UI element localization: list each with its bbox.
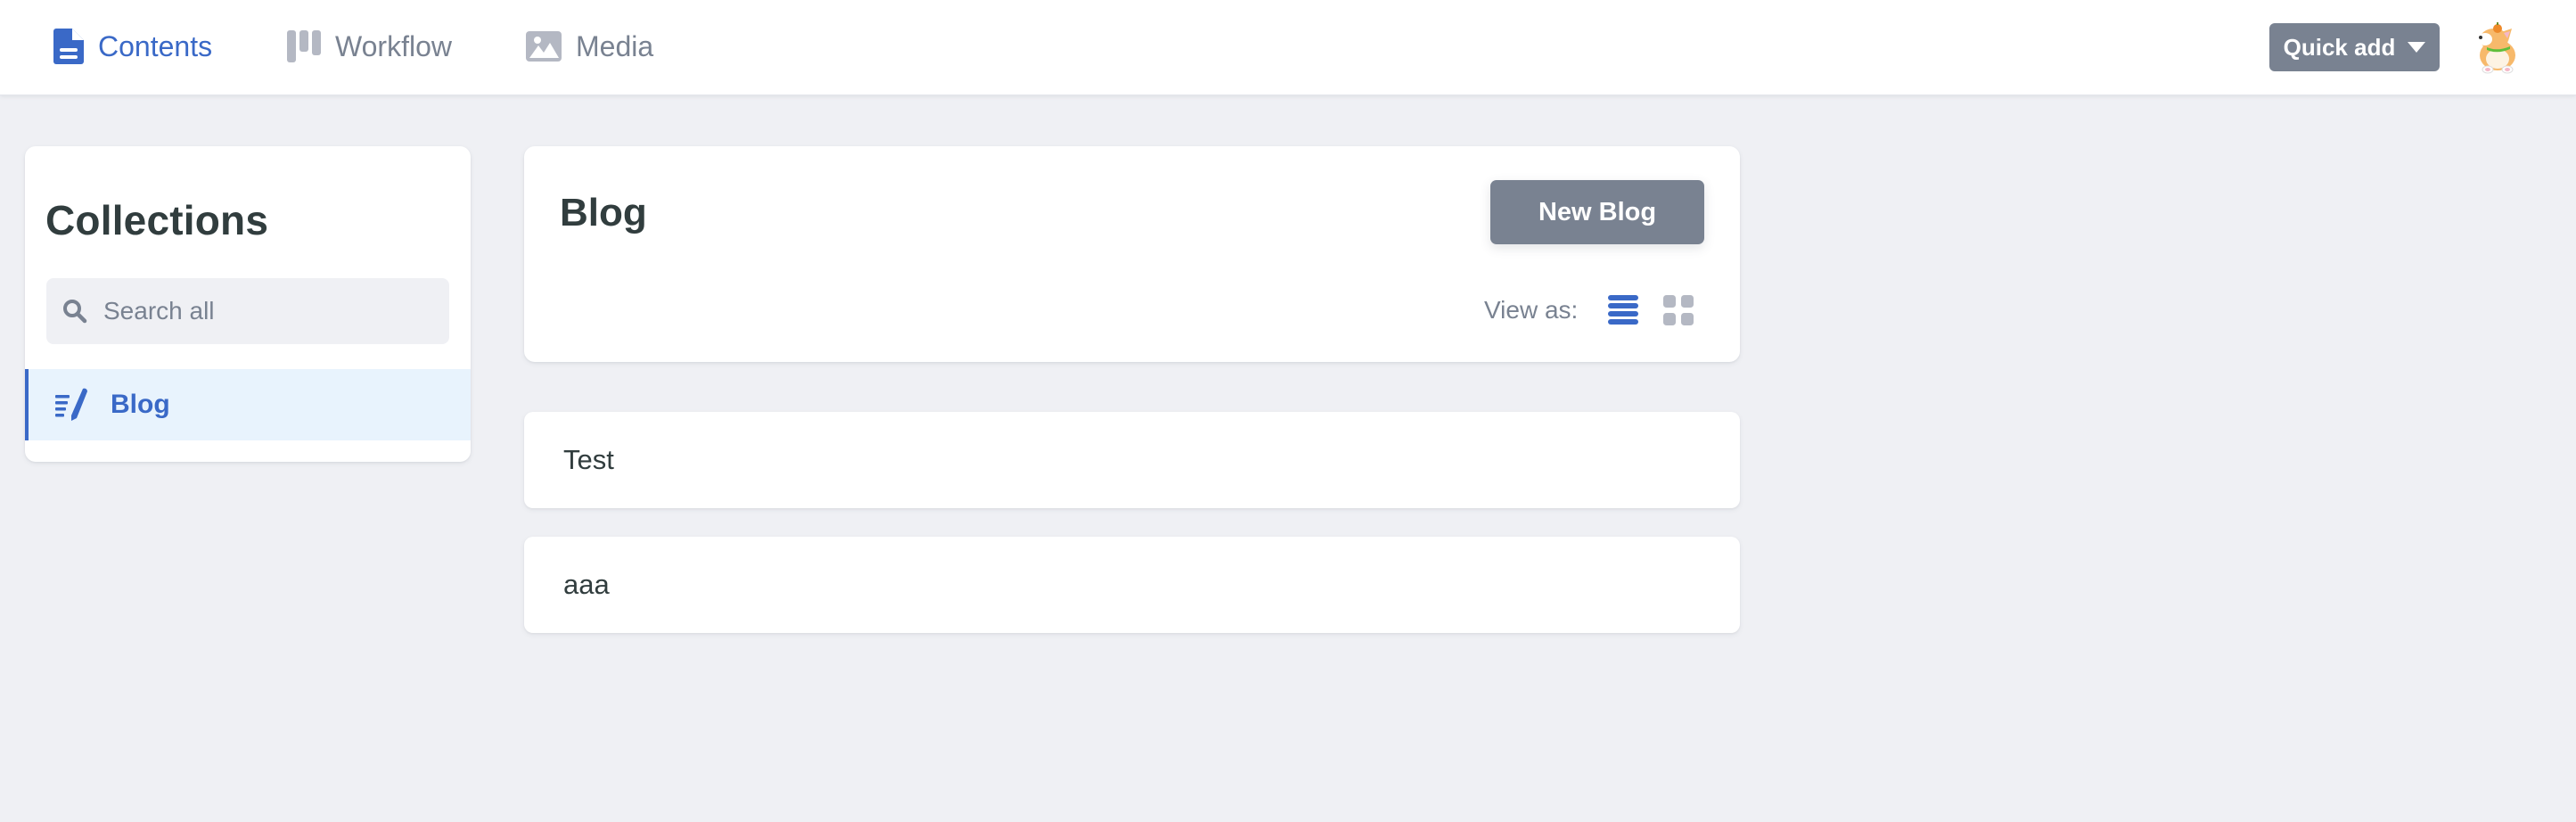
collection-title: Blog — [560, 191, 647, 234]
nav-label: Media — [576, 29, 654, 62]
search-box[interactable] — [46, 278, 449, 344]
nav-label: Workflow — [335, 29, 452, 62]
nav-tab-contents[interactable]: Contents — [53, 0, 212, 93]
new-entry-button[interactable]: New Blog — [1490, 180, 1704, 244]
entry-card[interactable]: Test — [524, 412, 1740, 508]
entry-title: aaa — [563, 569, 610, 600]
caret-down-icon — [2408, 42, 2426, 53]
grid-view-icon — [1663, 295, 1694, 325]
search-icon — [63, 300, 87, 324]
nav-tab-workflow[interactable]: Workflow — [287, 0, 452, 93]
top-navigation-bar: Contents Workflow Media Quick add — [0, 0, 2576, 95]
collection-header: Blog New Blog View as: — [524, 146, 1740, 362]
corgi-avatar-icon — [2478, 22, 2515, 74]
nav-label: Contents — [98, 29, 213, 62]
entry-card[interactable]: aaa — [524, 537, 1740, 633]
sidebar-item-blog[interactable]: Blog — [25, 369, 471, 440]
view-as-toggle: View as: — [1484, 292, 1697, 328]
quick-add-label: Quick add — [2283, 33, 2396, 61]
document-icon — [53, 29, 84, 64]
sidebar-title: Collections — [45, 197, 269, 243]
image-icon — [526, 31, 562, 62]
nav-tab-media[interactable]: Media — [526, 0, 653, 93]
sidebar-item-label: Blog — [111, 390, 170, 419]
quick-add-button[interactable]: Quick add — [2269, 23, 2440, 71]
kanban-icon — [287, 30, 321, 62]
collections-sidebar: Collections Blog — [25, 146, 471, 462]
grid-view-button[interactable] — [1660, 292, 1697, 329]
view-as-label: View as: — [1484, 296, 1579, 324]
search-input[interactable] — [103, 297, 442, 325]
user-avatar[interactable] — [2471, 20, 2523, 75]
write-icon — [55, 388, 87, 421]
list-view-icon — [1608, 295, 1639, 325]
list-view-button[interactable] — [1604, 292, 1642, 329]
entry-title: Test — [563, 444, 614, 475]
